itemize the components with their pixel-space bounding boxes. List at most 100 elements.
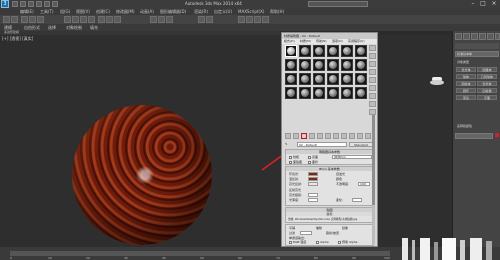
ambient-color-swatch[interactable]: [308, 172, 318, 176]
go-to-parent-icon[interactable]: [357, 133, 363, 139]
close-icon[interactable]: ×: [489, 0, 499, 8]
redo-tool-icon[interactable]: [11, 16, 18, 23]
plane-button[interactable]: 平面: [477, 95, 497, 100]
material-sample-slot[interactable]: [327, 59, 339, 71]
sphere-button[interactable]: 球体: [456, 74, 476, 79]
utilities-tab-icon[interactable]: [495, 33, 500, 40]
selection-region-icon[interactable]: [80, 16, 87, 23]
viewport-label[interactable]: [+] [透视] [真实]: [2, 36, 33, 42]
shader-rollout-header[interactable]: 明暗器基本参数: [286, 150, 373, 154]
material-sample-slot[interactable]: [299, 73, 311, 85]
save-file-icon[interactable]: [28, 1, 34, 7]
redo-icon[interactable]: [44, 1, 50, 7]
specular-color-swatch[interactable]: [308, 182, 318, 186]
material-sample-slot[interactable]: [313, 59, 325, 71]
material-editor-icon[interactable]: [238, 16, 245, 23]
filtering-field[interactable]: [300, 231, 312, 235]
angle-snap-icon[interactable]: [158, 16, 165, 23]
put-material-to-scene-icon[interactable]: [293, 133, 299, 139]
opacity-spinner[interactable]: 100: [358, 182, 370, 186]
render-frame-icon[interactable]: [254, 16, 261, 23]
box-button[interactable]: 长方体: [456, 67, 476, 72]
pyramid-button[interactable]: 四棱锥: [477, 88, 497, 93]
create-tab-icon[interactable]: [455, 33, 462, 40]
me-menu-utilities[interactable]: 实用程序(U): [348, 40, 365, 43]
ribbon-tab-selection[interactable]: 选择: [48, 24, 56, 31]
maximize-icon[interactable]: □: [478, 0, 488, 8]
material-id-channel-icon[interactable]: [333, 133, 339, 139]
material-sample-slot[interactable]: [313, 45, 325, 57]
object-color-swatch[interactable]: [495, 133, 499, 137]
move-icon[interactable]: [98, 16, 105, 23]
motion-tab-icon[interactable]: [479, 33, 486, 40]
material-sample-slot[interactable]: [313, 73, 325, 85]
material-sample-slot[interactable]: [355, 73, 367, 85]
video-color-check-icon[interactable]: [369, 77, 376, 83]
material-sample-slot[interactable]: [341, 73, 353, 85]
teapot-button[interactable]: 茶壶: [456, 95, 476, 100]
sample-type-icon[interactable]: [369, 45, 376, 51]
sample-uv-tiling-icon[interactable]: [369, 69, 376, 75]
glossiness-spinner[interactable]: [308, 198, 318, 202]
new-file-icon[interactable]: [12, 1, 18, 7]
scrollbar-thumb[interactable]: [372, 115, 375, 205]
project-folder-icon[interactable]: [52, 1, 58, 7]
link-icon[interactable]: [21, 16, 28, 23]
geosphere-button[interactable]: 几何球体: [477, 74, 497, 79]
make-preview-icon[interactable]: [369, 85, 376, 91]
coordinates-rollout-header[interactable]: 坐标: [286, 212, 373, 216]
align-icon[interactable]: [206, 16, 213, 23]
select-by-material-icon[interactable]: [369, 101, 376, 107]
material-sample-slot[interactable]: [355, 45, 367, 57]
premultiplied-alpha-checkbox[interactable]: [338, 241, 341, 244]
ribbon-tab-populate[interactable]: 填充: [90, 24, 98, 31]
material-editor-scrollbar[interactable]: [372, 115, 375, 245]
get-material-icon[interactable]: [285, 133, 291, 139]
soften-spinner[interactable]: [352, 198, 362, 202]
wood-sphere[interactable]: [72, 105, 212, 245]
primitive-type-dropdown[interactable]: 标准基本体: [455, 51, 499, 57]
material-sample-slot[interactable]: [299, 87, 311, 99]
blinn-rollout-header[interactable]: Blinn 基本参数: [286, 167, 373, 171]
material-sample-slot[interactable]: [299, 45, 311, 57]
material-name-field[interactable]: 02 - Default: [297, 142, 347, 147]
material-sample-slot[interactable]: [285, 73, 297, 85]
assign-material-to-selection-icon[interactable]: [301, 133, 307, 139]
scale-icon[interactable]: [114, 16, 121, 23]
spec-level-spinner[interactable]: [308, 193, 318, 197]
percent-snap-icon[interactable]: [166, 16, 173, 23]
cone-button[interactable]: 圆锥体: [477, 67, 497, 72]
undo-tool-icon[interactable]: [3, 16, 10, 23]
modify-tab-icon[interactable]: [463, 33, 470, 40]
rgb-intensity-radio[interactable]: [289, 241, 292, 244]
undo-icon[interactable]: [36, 1, 42, 7]
material-sample-slot[interactable]: [327, 45, 339, 57]
me-menu-navigation[interactable]: 导航(N): [316, 40, 327, 43]
alpha-radio[interactable]: [316, 241, 319, 244]
put-to-library-icon[interactable]: [325, 133, 331, 139]
shader-type-dropdown[interactable]: (B)Blinn: [332, 155, 372, 159]
app-logo-icon[interactable]: 3: [1, 0, 9, 8]
go-forward-to-sibling-icon[interactable]: [365, 133, 371, 139]
material-sample-slot[interactable]: [327, 73, 339, 85]
ribbon-tab-freeform[interactable]: 自由形式: [24, 24, 40, 31]
snap-toggle-icon[interactable]: [150, 16, 157, 23]
bind-space-warp-icon[interactable]: [37, 16, 44, 23]
material-sample-slot[interactable]: [285, 45, 297, 57]
two-sided-checkbox[interactable]: [308, 156, 311, 159]
show-end-result-icon[interactable]: [349, 133, 355, 139]
search-input[interactable]: [308, 1, 368, 7]
select-by-name-icon[interactable]: [72, 16, 79, 23]
backlight-icon[interactable]: [369, 53, 376, 59]
me-menu-material[interactable]: 材质(M): [300, 40, 311, 43]
torus-button[interactable]: 圆环: [456, 88, 476, 93]
material-sample-slot[interactable]: [299, 59, 311, 71]
material-sample-slot[interactable]: [285, 87, 297, 99]
perspective-viewport[interactable]: [+] [透视] [真实]: [0, 35, 452, 247]
ribbon-tab-object-paint[interactable]: 对象绘制: [66, 24, 82, 31]
material-type-button[interactable]: Standard: [349, 142, 373, 147]
window-crossing-icon[interactable]: [88, 16, 95, 23]
material-sample-slot[interactable]: [341, 87, 353, 99]
pick-material-icon[interactable]: ✎: [285, 143, 288, 146]
select-object-icon[interactable]: [64, 16, 71, 23]
